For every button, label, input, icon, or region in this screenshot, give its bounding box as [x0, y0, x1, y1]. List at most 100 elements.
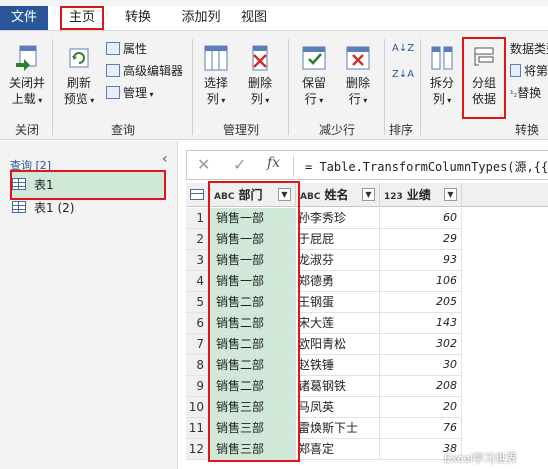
name-cell[interactable]: 诸葛钢铁	[296, 376, 380, 397]
row-number-cell: 7	[186, 334, 210, 355]
refresh-label-1: 刷新	[66, 76, 91, 90]
remove-rows-button[interactable]: 删除 行 ▾	[338, 43, 378, 109]
remove-rows-label-1: 删除	[345, 76, 370, 90]
remove-columns-label-2: 列	[250, 92, 263, 106]
score-cell[interactable]: 20	[380, 397, 462, 418]
choose-columns-button[interactable]: 选择 列 ▾	[198, 43, 234, 109]
close-and-load-label-1: 关闭并	[8, 76, 45, 90]
close-and-load-label-2: 上载	[11, 92, 36, 106]
use-first-row-button[interactable]: 将第	[510, 63, 548, 79]
watermark: Excel学习世界	[444, 452, 518, 465]
sort-ascending-button[interactable]: A↓Z	[392, 41, 414, 57]
dropdown-arrow-icon: ▾	[87, 96, 95, 105]
score-cell[interactable]: 60	[380, 208, 462, 229]
formula-input[interactable]: = Table.TransformColumnTypes(源,{{"部	[305, 158, 548, 175]
group-label-reduce-rows: 减少行	[318, 123, 355, 137]
score-cell[interactable]: 29	[380, 229, 462, 250]
query-item-label: 表1 (2)	[34, 201, 75, 215]
name-cell[interactable]: 雷焕斯下士	[296, 418, 380, 439]
remove-columns-button[interactable]: 删除 列 ▾	[240, 43, 280, 109]
keep-rows-button[interactable]: 保留 行 ▾	[294, 43, 334, 109]
replace-values-button[interactable]: ¹₂替换	[510, 85, 541, 103]
sort-descending-icon: Z↓A	[392, 69, 415, 80]
properties-button[interactable]: 属性	[106, 41, 147, 57]
group-label-close: 关闭	[14, 123, 39, 137]
dept-column-highlight	[208, 181, 300, 462]
name-cell[interactable]: 孙李秀珍	[296, 208, 380, 229]
row-number-cell: 12	[186, 439, 210, 460]
group-label-sort: 排序	[388, 123, 413, 137]
column-header-label: 姓名	[324, 188, 349, 202]
ribbon-separator	[288, 39, 289, 135]
tab-view[interactable]: 视图	[238, 6, 270, 30]
ribbon-separator	[192, 39, 193, 135]
group-label-transform: 转换	[514, 123, 539, 137]
table-menu-icon	[190, 189, 204, 200]
name-cell[interactable]: 欧阳青松	[296, 334, 380, 355]
name-cell[interactable]: 宋大莲	[296, 313, 380, 334]
properties-label: 属性	[123, 42, 148, 56]
dropdown-arrow-icon: ▾	[360, 96, 368, 105]
column-header-label: 业绩	[406, 188, 431, 202]
dropdown-arrow-icon: ▾	[316, 96, 324, 105]
ribbon-separator	[384, 39, 385, 135]
name-cell[interactable]: 马凤英	[296, 397, 380, 418]
tab-transform[interactable]: 转换	[118, 6, 158, 30]
score-cell[interactable]: 208	[380, 376, 462, 397]
refresh-icon	[64, 43, 94, 73]
data-type-button[interactable]: 数据类型	[510, 41, 548, 57]
confirm-formula-icon[interactable]: ✓	[233, 155, 246, 174]
advanced-editor-button[interactable]: 高级编辑器	[106, 63, 183, 79]
refresh-preview-button[interactable]: 刷新 预览 ▾	[58, 43, 100, 109]
select-all-corner[interactable]	[186, 183, 210, 207]
score-cell[interactable]: 93	[380, 250, 462, 271]
choose-columns-icon	[201, 43, 231, 73]
close-and-load-button[interactable]: 关闭并 上载 ▾	[4, 43, 50, 109]
table-icon	[12, 201, 26, 213]
tab-home[interactable]: 主页	[60, 6, 104, 30]
tab-add-column[interactable]: 添加列	[172, 6, 230, 30]
row-number-cell: 6	[186, 313, 210, 334]
filter-dropdown-icon[interactable]: ▼	[362, 188, 375, 201]
score-cell[interactable]: 106	[380, 271, 462, 292]
text-type-icon[interactable]: ABC	[300, 192, 320, 202]
column-header-name[interactable]: ABC 姓名 ▼	[296, 183, 380, 207]
use-first-row-label: 将第	[524, 64, 548, 78]
replace-values-label: 替换	[517, 86, 542, 100]
row-number-cell: 5	[186, 292, 210, 313]
name-cell[interactable]: 于屁屁	[296, 229, 380, 250]
name-cell[interactable]: 王钢蛋	[296, 292, 380, 313]
tab-file[interactable]: 文件	[0, 6, 48, 30]
keep-rows-label-1: 保留	[301, 76, 326, 90]
sort-descending-button[interactable]: Z↓A	[392, 67, 414, 83]
row-number-cell: 9	[186, 376, 210, 397]
keep-rows-label-2: 行	[304, 92, 317, 106]
split-column-button[interactable]: 拆分 列 ▾	[424, 43, 460, 109]
formula-bar: ✕ ✓ fx = Table.TransformColumnTypes(源,{{…	[186, 150, 548, 180]
query-item-table1-2[interactable]: 表1 (2)	[12, 195, 164, 221]
dropdown-arrow-icon: ▾	[35, 96, 43, 105]
score-cell[interactable]: 143	[380, 313, 462, 334]
ribbon-separator	[420, 39, 421, 135]
collapse-pane-icon[interactable]: ‹	[162, 151, 168, 167]
filter-dropdown-icon[interactable]: ▼	[444, 188, 457, 201]
name-cell[interactable]: 赵铁锤	[296, 355, 380, 376]
split-column-label-1: 拆分	[429, 76, 454, 90]
name-cell[interactable]: 郑喜定	[296, 439, 380, 460]
keep-rows-icon	[299, 43, 329, 73]
split-column-label-2: 列	[432, 92, 445, 106]
row-number-cell: 3	[186, 250, 210, 271]
column-header-score[interactable]: 123 业绩 ▼	[380, 183, 462, 207]
score-cell[interactable]: 30	[380, 355, 462, 376]
dropdown-arrow-icon: ▾	[147, 90, 154, 99]
name-cell[interactable]: 龙淑芬	[296, 250, 380, 271]
manage-button[interactable]: 管理 ▾	[106, 85, 154, 103]
fx-icon[interactable]: fx	[267, 155, 280, 171]
score-cell[interactable]: 302	[380, 334, 462, 355]
score-cell[interactable]: 76	[380, 418, 462, 439]
name-cell[interactable]: 郑德勇	[296, 271, 380, 292]
cancel-formula-icon[interactable]: ✕	[197, 155, 210, 174]
number-type-icon[interactable]: 123	[384, 192, 403, 202]
queries-pane: 查询 [2] ‹ 表1 表1 (2)	[0, 141, 178, 469]
score-cell[interactable]: 205	[380, 292, 462, 313]
